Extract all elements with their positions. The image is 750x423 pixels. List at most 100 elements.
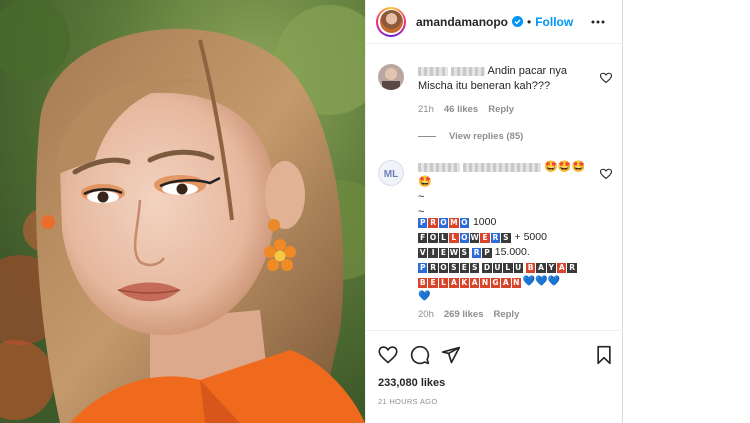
letter-tile: A [469, 277, 480, 288]
letter-tile: W [469, 232, 480, 243]
reply-button[interactable]: Reply [493, 309, 519, 320]
emoji-star-eyes: 🤩🤩🤩 [544, 161, 586, 173]
follow-button[interactable]: Follow [535, 15, 573, 29]
letter-tile: P [418, 262, 428, 273]
portrait-illustration [0, 0, 365, 423]
heart-icon[interactable] [378, 345, 398, 365]
reply-button[interactable]: Reply [488, 104, 514, 115]
letter-tile: N [511, 277, 521, 288]
letter-tile: A [536, 262, 546, 273]
comment-time: 20h [418, 309, 434, 320]
tilde-line-1: ~ [418, 191, 425, 203]
rp-word: RP [471, 246, 493, 258]
letter-tile: E [428, 277, 438, 288]
promo-line-1: PROMO 1000 [418, 214, 608, 229]
comment-text: Andin pacar nya Mischa itu beneran kah??… [418, 64, 596, 94]
letter-tile: N [480, 277, 490, 288]
price-text: 15.000. [494, 245, 530, 258]
letter-tile: A [449, 277, 459, 288]
username[interactable]: amandamanopo [416, 15, 508, 29]
letter-tile: R [428, 217, 438, 228]
bookmark-icon[interactable] [594, 345, 614, 365]
view-replies-button[interactable]: View replies (85) [418, 131, 523, 142]
letter-tile: B [525, 262, 536, 273]
redacted-username [418, 66, 448, 76]
promo-text-block: PROMO 1000 FOLLOWERS + 5000 VIEWS RP 15.… [418, 214, 608, 304]
comment-time: 21h [418, 104, 434, 115]
comment-meta: 20h 269 likes Reply [418, 309, 519, 320]
letter-tile: U [513, 262, 523, 273]
separator-dot: • [527, 14, 532, 29]
post-likes-count[interactable]: 233,080 likes [378, 377, 445, 389]
replies-divider-line [418, 136, 436, 137]
letter-tile: L [438, 277, 449, 288]
letter-tile: E [480, 232, 490, 243]
page-background [623, 0, 750, 423]
letter-tile: A [557, 262, 567, 273]
promo-line-6: 💙 [418, 289, 608, 304]
comment-text-line2: Mischa itu beneran kah??? [418, 80, 551, 92]
svg-text:ML: ML [384, 169, 398, 180]
promo-number: 1000 [472, 215, 497, 228]
letter-tile: G [490, 277, 501, 288]
letter-tile: L [438, 232, 449, 243]
comment-icon[interactable] [410, 345, 430, 365]
promo-line-3: VIEWS RP 15.000. [418, 244, 608, 259]
letter-tile: L [503, 262, 513, 273]
letter-tile: D [482, 262, 492, 273]
comment-item: Andin pacar nya Mischa itu beneran kah??… [378, 64, 614, 154]
letter-tile: R [471, 247, 482, 258]
bayar-word: BAYAR [525, 261, 578, 273]
letter-tile: I [428, 247, 438, 258]
redacted-username-part [451, 66, 486, 76]
letter-tile: O [438, 217, 449, 228]
followers-word: FOLLOWERS [418, 231, 512, 243]
more-options-icon[interactable] [589, 13, 607, 31]
comment-avatar[interactable] [378, 64, 404, 90]
promo-line-4: PROSES DULU BAYAR [418, 259, 608, 274]
promo-word: PROMO [418, 216, 470, 228]
comment-likes[interactable]: 46 likes [444, 104, 478, 115]
redacted-username-part [463, 162, 542, 172]
letter-tile: E [459, 262, 469, 273]
post-actions-bar: 233,080 likes 21 HOURS AGO [366, 330, 623, 423]
letter-tile: O [428, 232, 438, 243]
letter-tile: S [459, 247, 469, 258]
letter-tile: E [438, 247, 449, 258]
comment-item: ML 🤩🤩🤩 🤩 ~ ~ PROMO 1000 FOLLOWERS + 5000 [378, 160, 614, 325]
letter-tile: O [459, 217, 469, 228]
letter-tile: F [418, 232, 428, 243]
avatar[interactable] [376, 6, 406, 37]
letter-tile: K [459, 277, 469, 288]
view-replies-label: View replies (85) [449, 131, 524, 142]
letter-tile: O [459, 232, 469, 243]
letter-tile: P [418, 217, 428, 228]
promo-line-2: FOLLOWERS + 5000 [418, 229, 608, 244]
blue-hearts-emoji: 💙💙💙 [522, 276, 561, 287]
comment-text: 🤩🤩🤩 🤩 ~ ~ [418, 160, 596, 220]
blue-heart-emoji: 💙 [418, 291, 431, 302]
letter-tile: L [449, 232, 459, 243]
share-icon[interactable] [441, 345, 461, 365]
belakangan-word: BELAKANGAN [418, 276, 522, 288]
letter-tile: Y [546, 262, 557, 273]
comment-text-line1: Andin pacar nya [487, 65, 568, 77]
promo-line-5: BELAKANGAN 💙💙💙 [418, 274, 608, 289]
letter-tile: B [418, 277, 428, 288]
views-word: VIEWS [418, 246, 470, 258]
letter-tile: A [501, 277, 511, 288]
proses-word: PROSES [418, 261, 480, 273]
letter-tile: R [490, 232, 501, 243]
post-timestamp[interactable]: 21 HOURS AGO [378, 397, 437, 406]
letter-tile: P [482, 247, 492, 258]
post-detail-panel: amandamanopo • Follow Andin pacar nya Mi… [365, 0, 623, 423]
comment-likes[interactable]: 269 likes [444, 309, 484, 320]
letter-tile: R [567, 262, 577, 273]
post-photo[interactable] [0, 0, 365, 423]
letter-tile: S [501, 232, 511, 243]
letter-tile: V [418, 247, 428, 258]
comment-like-heart-icon[interactable] [600, 168, 612, 180]
comment-avatar[interactable]: ML [378, 160, 404, 186]
comment-like-heart-icon[interactable] [600, 72, 612, 84]
emoji-star-eyes-2: 🤩 [418, 176, 432, 188]
